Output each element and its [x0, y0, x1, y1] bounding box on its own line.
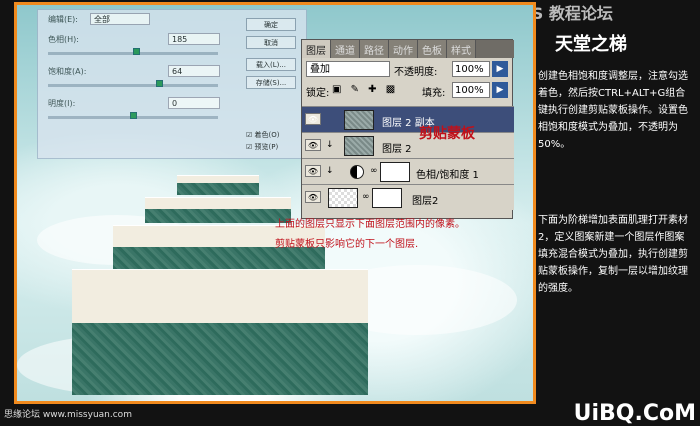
colorize-label: 着色(O)	[254, 131, 280, 139]
saturation-input[interactable]: 64	[168, 65, 220, 77]
layer-row[interactable]: 👁 ↓ 图层 2	[302, 132, 514, 158]
edit-label: 编辑(E):	[48, 15, 78, 24]
layer-name: 图层2	[412, 196, 439, 207]
lock-label: 锁定:	[306, 88, 330, 99]
description-paragraph-2: 下面为阶梯增加表面肌理打开素材2，定义图案新建一个图层作图案填充混合模式为叠加，…	[538, 215, 688, 294]
colorize-checkbox[interactable]: ☑ 着色(O)	[246, 130, 280, 140]
preview-checkbox[interactable]: ☑ 预览(P)	[246, 142, 278, 152]
layer-name: 色相/饱和度 1	[416, 170, 479, 181]
hue-input[interactable]: 185	[168, 33, 220, 45]
tab-channels[interactable]: 通道	[331, 40, 360, 58]
link-chain-icon: ∞	[362, 192, 370, 202]
edit-select[interactable]: 全部	[90, 13, 150, 25]
visibility-eye-icon[interactable]: 👁	[305, 165, 321, 177]
saturation-label: 饱和度(A):	[48, 67, 87, 76]
description-paragraph-1: 创建色相饱和度调整层，注意勾选着色，然后按CTRL+ALT+G组合键执行创建剪贴…	[538, 71, 688, 150]
footer-watermark: UiBQ.CoM	[573, 401, 696, 426]
stair-step	[145, 197, 291, 223]
layer-row[interactable]: 👁 图层 2 副本	[302, 106, 514, 132]
note-line-1: 上面的图层只显示下面图层范围内的像素。	[275, 219, 465, 230]
screenshot-frame: PS 教程论坛 编辑(E): 全部 色相(H): 185 饱和度(A): 64 …	[0, 0, 700, 426]
visibility-eye-icon[interactable]: 👁	[305, 191, 321, 203]
tab-swatches[interactable]: 色板	[418, 40, 447, 58]
saturation-slider-track[interactable]	[48, 84, 218, 87]
stair-step	[72, 269, 368, 395]
note-line-2: 剪贴蒙板只影响它的下一个图层.	[275, 239, 419, 250]
stair-step	[177, 175, 259, 195]
fill-arrow-button[interactable]: ▶	[492, 82, 508, 98]
layer-row[interactable]: 👁 ∞ 图层2	[302, 184, 514, 210]
tab-layers[interactable]: 图层	[302, 40, 331, 58]
clipping-mask-callout: 剪贴蒙板	[419, 126, 475, 142]
saturation-slider-thumb[interactable]	[156, 80, 163, 87]
tab-paths[interactable]: 路径	[360, 40, 389, 58]
lightness-slider-thumb[interactable]	[130, 112, 137, 119]
opacity-label: 不透明度:	[394, 67, 438, 78]
hue-label: 色相(H):	[48, 35, 79, 44]
layer-thumbnail	[344, 110, 374, 130]
hue-slider-thumb[interactable]	[133, 48, 140, 55]
layers-panel: 图层 通道 路径 动作 色板 样式 叠加 不透明度: 100% ▶ 锁定: ▣ …	[301, 39, 514, 219]
tab-actions[interactable]: 动作	[389, 40, 418, 58]
layer-mask-thumbnail	[372, 188, 402, 208]
visibility-eye-icon[interactable]: 👁	[305, 139, 321, 151]
layer-thumbnail	[328, 188, 358, 208]
opacity-input[interactable]: 100%	[452, 61, 490, 77]
fill-label: 填充:	[422, 88, 446, 99]
tab-styles[interactable]: 样式	[447, 40, 476, 58]
ok-button[interactable]: 确定	[246, 18, 296, 31]
hue-saturation-dialog: 编辑(E): 全部 色相(H): 185 饱和度(A): 64 明度(I): 0…	[37, 9, 307, 159]
link-chain-icon: ∞	[370, 166, 378, 176]
lightness-label: 明度(I):	[48, 99, 76, 108]
blend-mode-select[interactable]: 叠加	[306, 61, 390, 77]
footer-credit: 思缘论坛 www.missyuan.com	[4, 410, 132, 420]
clip-arrow-icon: ↓	[326, 166, 334, 176]
page-title: 天堂之梯	[555, 34, 627, 55]
canvas-area: 编辑(E): 全部 色相(H): 185 饱和度(A): 64 明度(I): 0…	[14, 2, 536, 404]
panel-tabs: 图层 通道 路径 动作 色板 样式	[302, 40, 514, 58]
opacity-arrow-button[interactable]: ▶	[492, 61, 508, 77]
layer-mask-thumbnail	[380, 162, 410, 182]
cancel-button[interactable]: 取消	[246, 36, 296, 49]
layer-name: 图层 2	[382, 144, 412, 155]
visibility-eye-icon[interactable]: 👁	[305, 113, 321, 125]
lock-icons[interactable]: ▣ ✎ ✚ ▩	[332, 84, 398, 95]
load-button[interactable]: 载入(L)...	[246, 58, 296, 71]
preview-label: 预览(P)	[254, 143, 279, 151]
layer-row[interactable]: 👁 ↓ ∞ 色相/饱和度 1	[302, 158, 514, 184]
layer-thumbnail	[344, 136, 374, 156]
clip-arrow-icon: ↓	[326, 140, 334, 150]
fill-input[interactable]: 100%	[452, 82, 490, 98]
adjustment-layer-icon	[350, 165, 364, 179]
lightness-input[interactable]: 0	[168, 97, 220, 109]
save-button[interactable]: 存储(S)...	[246, 76, 296, 89]
